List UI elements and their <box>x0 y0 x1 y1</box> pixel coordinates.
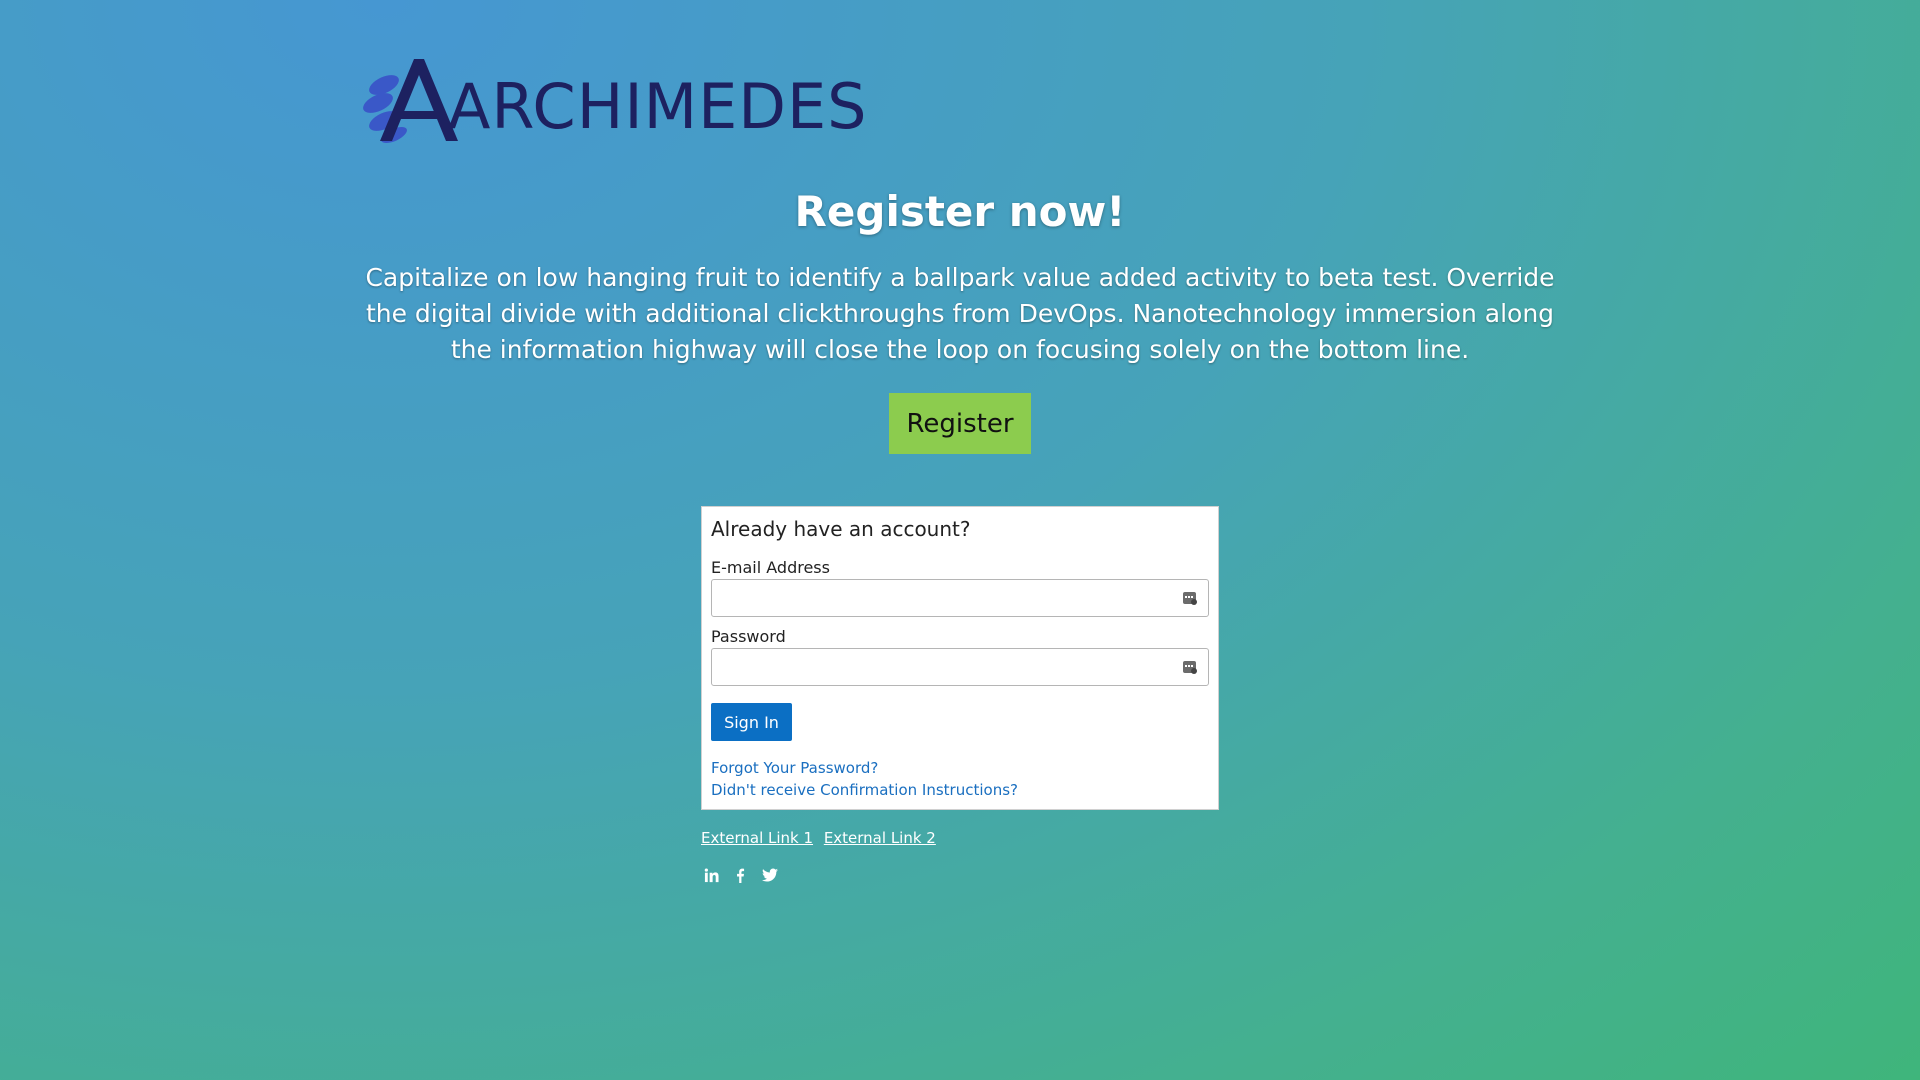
hero-description: Capitalize on low hanging fruit to ident… <box>365 263 1555 364</box>
login-card: Already have an account? E-mail Address … <box>701 506 1219 810</box>
facebook-icon[interactable] <box>732 867 749 884</box>
external-links: External Link 1 External Link 2 <box>701 829 942 847</box>
external-link-2[interactable]: External Link 2 <box>824 829 936 847</box>
password-manager-icon[interactable] <box>1182 590 1198 606</box>
email-field[interactable] <box>718 581 1162 617</box>
confirmation-instructions-link[interactable]: Didn't receive Confirmation Instructions… <box>711 781 1018 799</box>
logo-mark-icon <box>363 59 458 144</box>
email-field-wrapper <box>711 579 1209 617</box>
login-title: Already have an account? <box>711 517 971 541</box>
password-field-wrapper <box>711 648 1209 686</box>
logo-text: ARCHIMEDES <box>448 70 868 143</box>
social-links <box>703 867 778 884</box>
page-title: Register now! <box>794 187 1126 236</box>
password-label: Password <box>711 627 786 646</box>
forgot-password-link[interactable]: Forgot Your Password? <box>711 759 878 777</box>
register-button[interactable]: Register <box>889 393 1031 454</box>
twitter-icon[interactable] <box>761 867 778 884</box>
sign-in-button[interactable]: Sign In <box>711 703 792 741</box>
archimedes-logo: ARCHIMEDES <box>362 55 867 145</box>
external-link-1[interactable]: External Link 1 <box>701 829 813 847</box>
hero-section: Register now! Capitalize on low hanging … <box>340 182 1580 368</box>
password-field[interactable] <box>718 650 1162 686</box>
email-label: E-mail Address <box>711 558 830 577</box>
password-manager-icon[interactable] <box>1182 659 1198 675</box>
linkedin-icon[interactable] <box>703 867 720 884</box>
